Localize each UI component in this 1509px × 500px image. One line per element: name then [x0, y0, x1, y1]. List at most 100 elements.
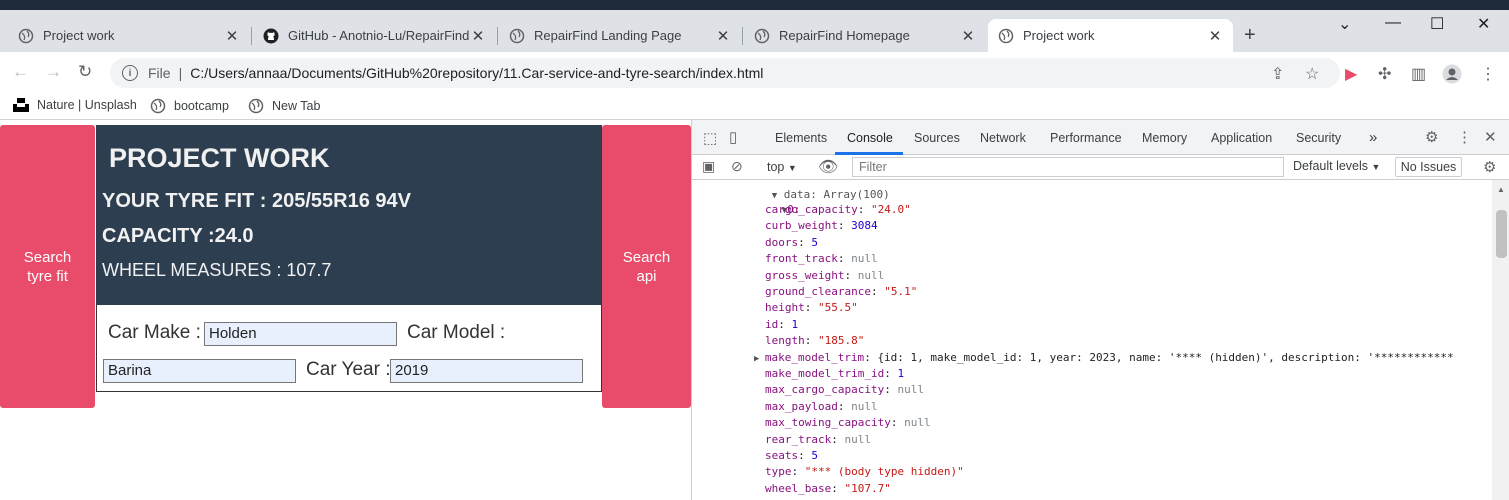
address-bar[interactable]: i File | C:/Users/annaa/Documents/GitHub… [110, 58, 1340, 88]
page-viewport: Search tyre fit PROJECT WORK YOUR TYRE F… [0, 120, 691, 500]
back-arrow-icon[interactable]: ← [12, 62, 29, 82]
tab-memory[interactable]: Memory [1142, 131, 1187, 145]
issues-button[interactable]: No Issues [1395, 157, 1462, 177]
property-key: max_payload [765, 399, 838, 413]
tab-sources[interactable]: Sources [914, 131, 960, 145]
tab-elements[interactable]: Elements [775, 131, 827, 145]
bookmark-label: New Tab [272, 99, 321, 113]
more-tabs-icon[interactable]: » [1369, 129, 1377, 146]
info-icon[interactable]: i [122, 65, 138, 81]
settings-gear-icon[interactable]: ⚙ [1425, 128, 1438, 146]
property-colon: : [864, 350, 878, 364]
car-make-input[interactable]: Holden [204, 322, 397, 346]
bookmark-nature-unsplash[interactable]: Nature | Unsplash [13, 98, 137, 112]
console-property-row: doors: 5 [765, 235, 818, 251]
log-levels-select[interactable]: Default levels ▼ [1293, 159, 1380, 173]
console-property-row: seats: 5 [765, 448, 818, 464]
bookmark-bootcamp[interactable]: bootcamp [150, 98, 229, 114]
console-property-row: ground_clearance: "5.1" [765, 284, 917, 300]
console-index-row[interactable]: ▼0: [742, 186, 801, 216]
property-key: front_track [765, 252, 838, 266]
log-levels-value: Default levels [1293, 159, 1369, 173]
property-key: doors [765, 235, 799, 249]
close-tab-icon[interactable]: ✕ [715, 27, 731, 45]
property-key: curb_weight [765, 219, 838, 233]
tab-network[interactable]: Network [980, 131, 1026, 145]
bookmark-star-icon[interactable]: ☆ [1305, 64, 1319, 84]
property-key: make_model_trim_id [765, 367, 885, 380]
menu-kebab-icon[interactable]: ⋮ [1480, 64, 1496, 84]
globe-icon [509, 28, 525, 44]
close-devtools-icon[interactable]: ✕ [1484, 128, 1497, 146]
close-tab-icon[interactable]: ✕ [960, 27, 976, 45]
reload-icon[interactable]: ↻ [78, 62, 92, 82]
tab-project-work-1[interactable]: Project work ✕ [8, 19, 250, 52]
tab-repairfind-homepage[interactable]: RepairFind Homepage ✕ [744, 19, 986, 52]
tab-github[interactable]: GitHub - Anotnio-Lu/RepairFind: ✕ [253, 19, 496, 52]
address-url[interactable]: C:/Users/annaa/Documents/GitHub%20reposi… [190, 65, 763, 81]
close-window-icon[interactable]: ✕ [1477, 14, 1490, 34]
console-property-row: curb_weight: 3084 [765, 218, 878, 234]
devtools-menu-icon[interactable]: ⋮ [1457, 128, 1472, 146]
clear-console-icon[interactable]: ⊘ [731, 158, 743, 175]
extensions-puzzle-icon[interactable]: ✣ [1378, 64, 1391, 84]
console-filter-bar: ▣ ⊘ top ▼ 👁 Filter Default levels ▼ No I… [692, 155, 1509, 180]
search-tyre-fit-button[interactable]: Search tyre fit [0, 125, 95, 408]
profile-avatar-icon[interactable] [1442, 64, 1462, 89]
car-model-input[interactable]: Barina [103, 359, 296, 383]
property-value: 3084 [851, 219, 878, 233]
tab-console[interactable]: Console [847, 131, 893, 145]
chevron-down-icon: ▼ [1371, 162, 1381, 172]
close-tab-icon[interactable]: ✕ [1207, 27, 1223, 45]
tab-security[interactable]: Security [1296, 131, 1341, 145]
device-toolbar-icon[interactable]: ▯ [729, 128, 737, 146]
search-api-button[interactable]: Search api [602, 125, 691, 408]
live-expression-eye-icon[interactable]: 👁 [818, 157, 838, 177]
console-scrollbar[interactable]: ▲ [1492, 180, 1509, 500]
console-property-row[interactable]: ▶ make_model_trim: {id: 1, make_model_id… [754, 350, 1454, 366]
tab-performance[interactable]: Performance [1050, 131, 1122, 145]
bookmark-new-tab[interactable]: New Tab [248, 98, 320, 114]
forward-arrow-icon[interactable]: → [45, 62, 62, 82]
globe-icon [998, 28, 1014, 44]
property-value: 1 [897, 367, 905, 380]
globe-icon [248, 98, 264, 114]
sidebar-toggle-icon[interactable]: ▣ [702, 158, 715, 175]
car-search-form: Car Make : Holden Car Model : Barina Car… [96, 305, 602, 392]
property-key: id [765, 317, 779, 331]
console-property-row: make_model_trim_id: 1 [765, 366, 904, 382]
results-panel: PROJECT WORK YOUR TYRE FIT : 205/55R16 9… [96, 125, 602, 305]
close-tab-icon[interactable]: ✕ [470, 27, 486, 45]
tab-title: Project work [43, 28, 115, 43]
console-property-row: gross_weight: null [765, 268, 884, 284]
tab-search-chevron-icon[interactable]: ⌄ [1338, 14, 1351, 34]
tab-repairfind-landing[interactable]: RepairFind Landing Page ✕ [499, 19, 741, 52]
car-year-input[interactable]: 2019 [390, 359, 583, 383]
expand-triangle-icon: ▶ [754, 353, 765, 364]
wheel-measures-result: WHEEL MEASURES : 107.7 [102, 260, 332, 280]
minimize-icon[interactable]: — [1385, 14, 1401, 32]
maximize-icon[interactable]: ☐ [1430, 14, 1444, 34]
share-icon[interactable]: ⇪ [1271, 64, 1284, 84]
context-select[interactable]: top ▼ [767, 160, 797, 174]
property-colon: : [798, 449, 812, 462]
console-property-row: max_payload: null [765, 399, 878, 415]
inspect-element-icon[interactable]: ⬚ [703, 129, 717, 147]
github-icon [263, 28, 279, 44]
property-value: null [904, 416, 931, 430]
scroll-thumb[interactable] [1496, 210, 1507, 258]
scroll-up-arrow-icon[interactable]: ▲ [1497, 185, 1505, 194]
console-filter-input[interactable]: Filter [852, 157, 1284, 177]
bookmark-label: Nature | Unsplash [37, 98, 137, 112]
search-tyre-fit-label: Search tyre fit [23, 248, 72, 285]
tab-project-work-active[interactable]: Project work ✕ [988, 19, 1233, 52]
new-tab-icon[interactable]: + [1244, 24, 1256, 47]
tab-title: GitHub - Anotnio-Lu/RepairFind: [288, 28, 470, 43]
property-value: "55.5" [818, 301, 858, 315]
close-tab-icon[interactable]: ✕ [224, 27, 240, 45]
side-panel-icon[interactable]: ▥ [1411, 64, 1426, 84]
extension-cast-icon[interactable]: ▶ [1345, 64, 1357, 84]
console-property-row: rear_track: null [765, 432, 871, 448]
tab-application[interactable]: Application [1211, 131, 1272, 145]
console-settings-gear-icon[interactable]: ⚙ [1483, 158, 1496, 176]
